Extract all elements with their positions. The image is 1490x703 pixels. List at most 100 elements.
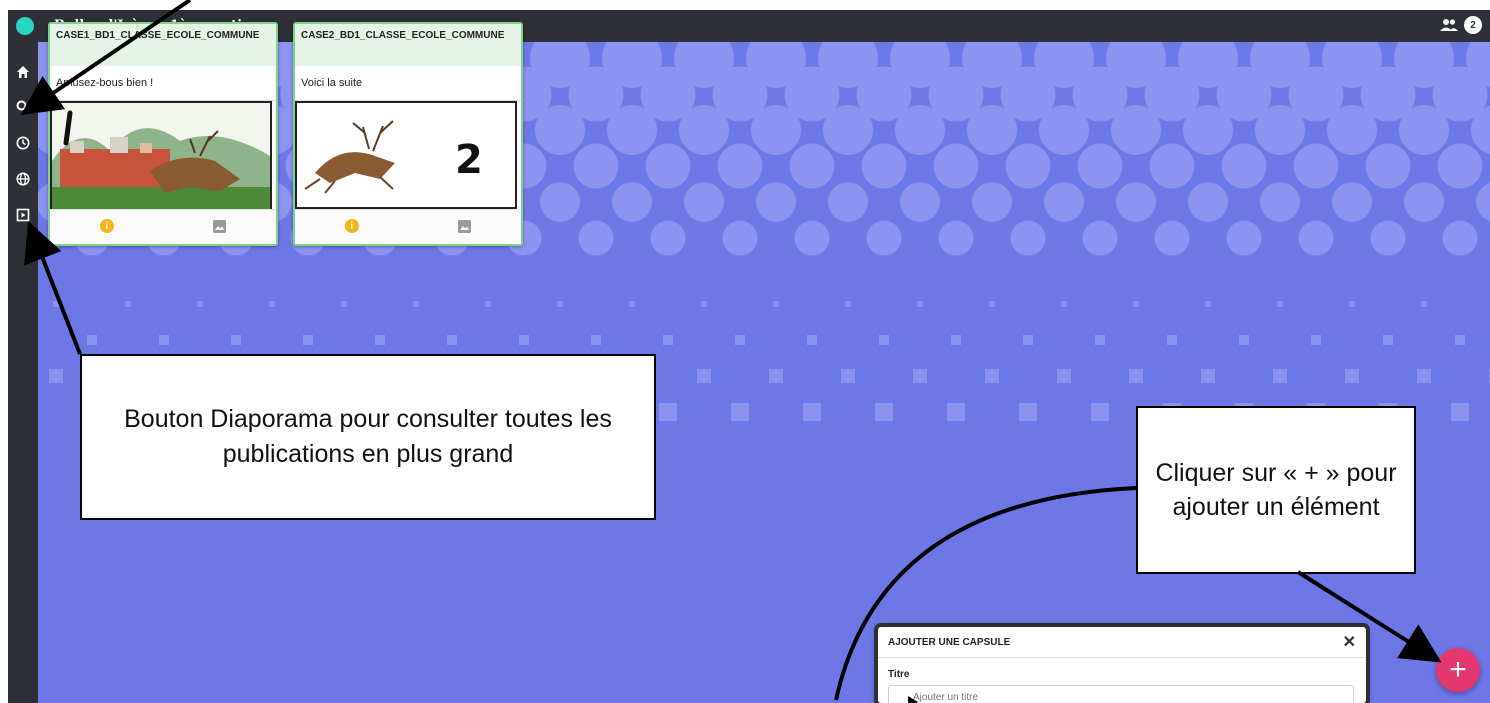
pattern-square xyxy=(1277,301,1283,307)
pattern-square xyxy=(447,335,457,345)
pattern-square xyxy=(303,335,313,345)
image-icon[interactable] xyxy=(213,219,227,233)
pattern-square xyxy=(913,369,927,383)
pattern-square xyxy=(1019,403,1037,421)
pattern-circle xyxy=(1442,220,1478,256)
home-icon xyxy=(17,66,29,78)
pattern-square xyxy=(1023,335,1033,345)
pattern-square xyxy=(1345,369,1359,383)
pattern-square xyxy=(1239,335,1249,345)
card-2[interactable]: CASE2_BD1_CLASSE_ECOLE_COMMUNE Voici la … xyxy=(293,22,523,246)
pattern-square xyxy=(807,335,817,345)
users-icon xyxy=(1440,19,1458,31)
title-field-label: Titre xyxy=(888,669,910,680)
pattern-circle xyxy=(1399,105,1449,155)
pattern-circle xyxy=(1082,220,1118,256)
pattern-square xyxy=(1201,369,1215,383)
pattern-circle xyxy=(1039,105,1089,155)
pattern-circle xyxy=(607,105,657,155)
pattern-circle xyxy=(967,105,1017,155)
pattern-circle xyxy=(794,220,830,256)
pattern-square xyxy=(697,369,711,383)
pattern-square xyxy=(591,335,601,345)
pattern-circle xyxy=(1255,105,1305,155)
app-logo[interactable] xyxy=(16,17,34,35)
info-icon[interactable]: i xyxy=(99,219,114,233)
pattern-circle xyxy=(1332,182,1372,222)
slideshow-icon xyxy=(16,208,30,222)
pattern-square xyxy=(269,301,275,307)
pattern-square xyxy=(1455,335,1465,345)
pattern-square xyxy=(917,301,923,307)
pattern-circle xyxy=(900,182,940,222)
card-image: 2 xyxy=(295,101,517,209)
info-icon[interactable]: i xyxy=(344,219,359,233)
pattern-square xyxy=(769,369,783,383)
sidebar-item-globe[interactable] xyxy=(8,164,38,194)
image-icon[interactable] xyxy=(458,219,472,233)
pattern-square xyxy=(1311,335,1321,345)
pattern-square xyxy=(985,369,999,383)
pattern-circle xyxy=(573,143,619,189)
pattern-square xyxy=(53,301,59,307)
add-button[interactable]: + xyxy=(1436,648,1480,692)
pattern-square xyxy=(735,335,745,345)
pattern-square xyxy=(231,335,241,345)
pattern-square xyxy=(875,403,893,421)
users-indicator[interactable]: 2 xyxy=(1440,16,1482,34)
pattern-circle xyxy=(1476,182,1490,222)
pattern-circle xyxy=(535,105,585,155)
pattern-square xyxy=(1383,335,1393,345)
users-count: 2 xyxy=(1464,16,1482,34)
dialog-header: AJOUTER UNE CAPSULE ✕ xyxy=(878,627,1366,658)
card-title: CASE1_BD1_CLASSE_ECOLE_COMMUNE xyxy=(50,24,276,66)
pattern-square xyxy=(1129,369,1143,383)
sidebar-item-slideshow[interactable] xyxy=(8,200,38,230)
pattern-square xyxy=(1091,403,1109,421)
pattern-circle xyxy=(972,182,1012,222)
sidebar-item-search[interactable] xyxy=(8,92,38,122)
search-icon xyxy=(16,100,30,114)
pattern-circle xyxy=(789,143,835,189)
pattern-square xyxy=(773,301,779,307)
pattern-circle xyxy=(1221,143,1267,189)
pattern-square xyxy=(197,301,203,307)
pattern-circle xyxy=(861,143,907,189)
pattern-square xyxy=(375,335,385,345)
clock-icon xyxy=(16,136,30,150)
pattern-square xyxy=(841,369,855,383)
sidebar-item-home[interactable] xyxy=(8,57,38,87)
pattern-square xyxy=(1421,301,1427,307)
card-text: Voici la suite xyxy=(295,66,521,101)
pattern-square xyxy=(1057,369,1071,383)
pattern-square xyxy=(951,335,961,345)
pattern-circle xyxy=(722,220,758,256)
sidebar-item-history[interactable] xyxy=(8,128,38,158)
pattern-square xyxy=(803,403,821,421)
close-icon[interactable]: ✕ xyxy=(1343,632,1356,652)
pattern-circle xyxy=(1298,220,1334,256)
card-1[interactable]: CASE1_BD1_CLASSE_ECOLE_COMMUNE Amusez-bo… xyxy=(48,22,278,246)
title-input[interactable] xyxy=(888,685,1354,703)
pattern-circle xyxy=(1370,220,1406,256)
pattern-circle xyxy=(540,182,580,222)
dialog-title: AJOUTER UNE CAPSULE xyxy=(888,636,1011,648)
pattern-square xyxy=(701,301,707,307)
pattern-circle xyxy=(1437,143,1483,189)
pattern-square xyxy=(989,301,995,307)
pattern-square xyxy=(485,301,491,307)
pattern-circle xyxy=(895,105,945,155)
card-footer: i xyxy=(50,209,276,242)
pattern-circle xyxy=(866,220,902,256)
pattern-circle xyxy=(679,105,729,155)
callout-add-element: Cliquer sur « + » pour ajouter un élémen… xyxy=(1136,406,1416,574)
card-footer: i xyxy=(295,209,521,242)
pattern-circle xyxy=(756,182,796,222)
pattern-circle xyxy=(1327,105,1377,155)
callout-diaporama: Bouton Diaporama pour consulter toutes l… xyxy=(80,354,656,520)
pattern-circle xyxy=(650,220,686,256)
pattern-circle xyxy=(1183,105,1233,155)
pattern-circle xyxy=(1154,220,1190,256)
pattern-square xyxy=(845,301,851,307)
pattern-circle xyxy=(578,220,614,256)
